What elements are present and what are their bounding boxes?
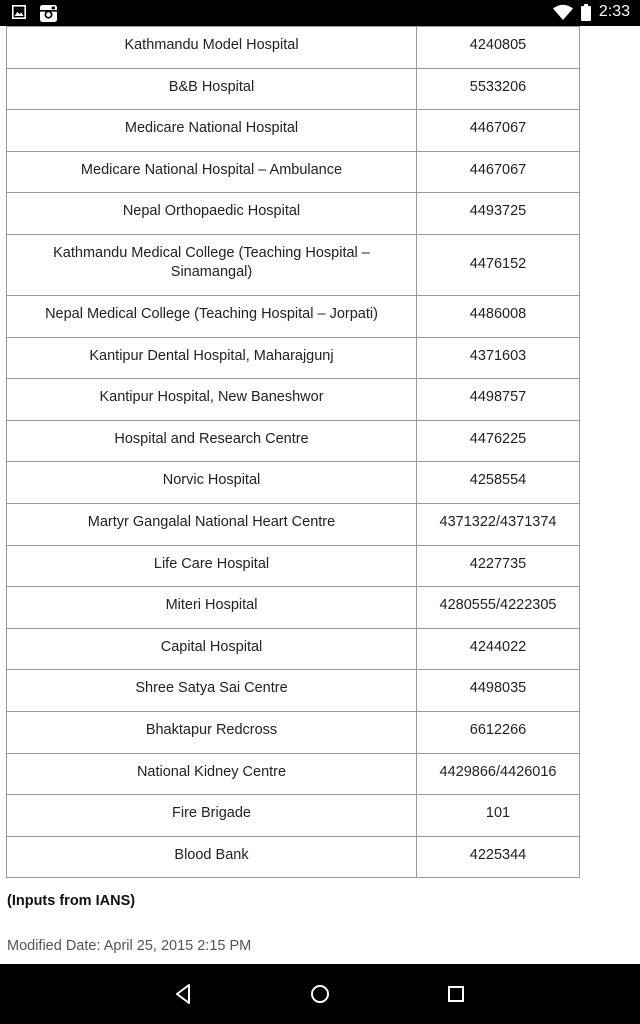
article-content[interactable]: Kathmandu Model Hospital 4240805 B&B Hos… <box>0 26 640 964</box>
phone-number-cell: 101 <box>416 794 580 837</box>
table-row: Bhaktapur Redcross 6612266 <box>6 710 580 754</box>
hospital-name-cell: Nepal Medical College (Teaching Hospital… <box>6 294 417 338</box>
hospital-name-cell: Blood Bank <box>6 835 417 879</box>
hospital-name-cell: Life Care Hospital <box>6 544 417 588</box>
phone-number-cell: 4486008 <box>416 294 580 338</box>
phone-number-cell: 4493725 <box>416 192 580 235</box>
home-icon[interactable] <box>308 982 332 1006</box>
phone-number-cell: 5533206 <box>416 67 580 111</box>
hospital-name-cell: Kathmandu Model Hospital <box>6 26 417 69</box>
hospital-name-cell: Kantipur Dental Hospital, Maharajgunj <box>6 336 417 380</box>
phone-number-cell: 4240805 <box>416 26 580 69</box>
hospital-name-cell: Kantipur Hospital, New Baneshwor <box>6 378 417 421</box>
hospital-name-cell: Fire Brigade <box>6 794 417 837</box>
phone-number-cell: 4244022 <box>416 627 580 671</box>
table-row: Kathmandu Medical College (Teaching Hosp… <box>6 233 580 296</box>
image-icon <box>12 5 26 19</box>
wifi-icon <box>552 4 573 20</box>
hospital-name-cell: Shree Satya Sai Centre <box>6 669 417 712</box>
phone-number-cell: 6612266 <box>416 710 580 754</box>
hospital-name-cell: Hospital and Research Centre <box>6 419 417 463</box>
phone-number-cell: 4371322/4371374 <box>416 502 580 546</box>
table-row: Martyr Gangalal National Heart Centre 43… <box>6 502 580 546</box>
table-row: Hospital and Research Centre 4476225 <box>6 419 580 463</box>
system-icons: 2:33 <box>552 3 630 21</box>
recents-icon[interactable] <box>444 982 468 1006</box>
notification-icons <box>12 5 57 22</box>
table-row: Kathmandu Model Hospital 4240805 <box>6 26 580 69</box>
hospital-name-cell: B&B Hospital <box>6 67 417 111</box>
table-row: B&B Hospital 5533206 <box>6 67 580 111</box>
phone-number-cell: 4498035 <box>416 669 580 712</box>
status-time: 2:33 <box>598 3 630 20</box>
table-row: Medicare National Hospital 4467067 <box>6 109 580 152</box>
table-row: Fire Brigade 101 <box>6 794 580 837</box>
table-row: Life Care Hospital 4227735 <box>6 544 580 588</box>
phone-number-cell: 4498757 <box>416 378 580 421</box>
phone-number-cell: 4467067 <box>416 150 580 194</box>
table-row: Blood Bank 4225344 <box>6 835 580 879</box>
modified-date: Modified Date: April 25, 2015 2:15 PM <box>7 938 252 954</box>
hospital-name-cell: Capital Hospital <box>6 627 417 671</box>
table-row: Medicare National Hospital – Ambulance 4… <box>6 150 580 194</box>
phone-number-cell: 4467067 <box>416 109 580 152</box>
phone-number-cell: 4225344 <box>416 835 580 879</box>
table-row: Kantipur Hospital, New Baneshwor 4498757 <box>6 378 580 421</box>
status-bar: 2:33 <box>0 0 640 26</box>
phone-number-cell: 4371603 <box>416 336 580 380</box>
table-row: Miteri Hospital 4280555/4222305 <box>6 586 580 629</box>
table-row: Nepal Orthopaedic Hospital 4493725 <box>6 192 580 235</box>
phone-number-cell: 4258554 <box>416 461 580 504</box>
hospital-name-cell: Norvic Hospital <box>6 461 417 504</box>
table-row: National Kidney Centre 4429866/4426016 <box>6 752 580 796</box>
table-row: Shree Satya Sai Centre 4498035 <box>6 669 580 712</box>
hospital-name-cell: Bhaktapur Redcross <box>6 710 417 754</box>
hospital-name-cell: Medicare National Hospital – Ambulance <box>6 150 417 194</box>
hospital-name-cell: Medicare National Hospital <box>6 109 417 152</box>
table-row: Kantipur Dental Hospital, Maharajgunj 43… <box>6 336 580 380</box>
hospital-name-cell: Kathmandu Medical College (Teaching Hosp… <box>6 233 417 296</box>
source-credit: (Inputs from IANS) <box>7 893 136 909</box>
phone-number-cell: 4429866/4426016 <box>416 752 580 796</box>
table-row: Norvic Hospital 4258554 <box>6 461 580 504</box>
table-row: Nepal Medical College (Teaching Hospital… <box>6 294 580 338</box>
phone-number-cell: 4227735 <box>416 544 580 588</box>
phone-number-cell: 4476152 <box>416 233 580 296</box>
hospital-name-cell: Martyr Gangalal National Heart Centre <box>6 502 417 546</box>
hospital-name-cell: National Kidney Centre <box>6 752 417 796</box>
instagram-icon <box>40 5 57 22</box>
hospital-name-cell: Miteri Hospital <box>6 586 417 629</box>
battery-icon <box>580 3 591 21</box>
hospital-name-cell: Nepal Orthopaedic Hospital <box>6 192 417 235</box>
phone-number-cell: 4476225 <box>416 419 580 463</box>
navigation-bar <box>0 964 640 1024</box>
phone-number-cell: 4280555/4222305 <box>416 586 580 629</box>
back-icon[interactable] <box>172 982 196 1006</box>
hospital-contacts-table: Kathmandu Model Hospital 4240805 B&B Hos… <box>6 26 580 879</box>
table-row: Capital Hospital 4244022 <box>6 627 580 671</box>
